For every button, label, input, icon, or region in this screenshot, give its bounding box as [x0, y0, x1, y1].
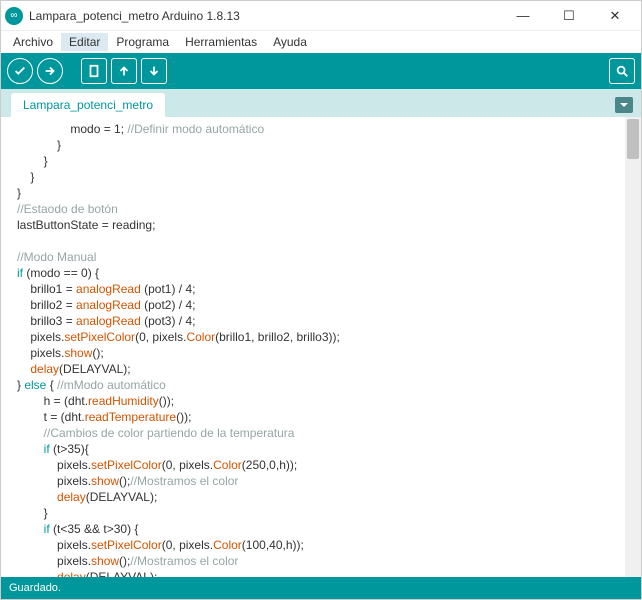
code-line: pixels.setPixelColor(0, pixels.Color(250…	[17, 457, 641, 473]
menubar: ArchivoEditarProgramaHerramientasAyuda	[1, 31, 641, 53]
open-button[interactable]	[111, 58, 137, 84]
code-line: pixels.show();	[17, 345, 641, 361]
scrollbar-vertical[interactable]	[625, 117, 641, 577]
save-button[interactable]	[141, 58, 167, 84]
code-line: }	[17, 169, 641, 185]
code-line: if (t<35 && t>30) {	[17, 521, 641, 537]
search-icon	[615, 64, 629, 78]
close-button[interactable]: ✕	[601, 4, 629, 28]
verify-button[interactable]	[7, 58, 33, 84]
maximize-button[interactable]: ☐	[555, 4, 583, 28]
toolbar	[1, 53, 641, 89]
arrow-right-icon	[43, 64, 57, 78]
code-line: pixels.setPixelColor(0, pixels.Color(bri…	[17, 329, 641, 345]
file-icon	[87, 64, 101, 78]
code-line: }	[17, 153, 641, 169]
scrollbar-thumb[interactable]	[627, 119, 639, 159]
code-line: brillo1 = analogRead (pot1) / 4;	[17, 281, 641, 297]
tab-menu-button[interactable]	[615, 97, 633, 113]
tab-sketch[interactable]: Lampara_potenci_metro	[11, 93, 165, 117]
code-line: pixels.show();//Mostramos el color	[17, 473, 641, 489]
menu-ayuda[interactable]: Ayuda	[265, 33, 315, 51]
check-icon	[13, 64, 27, 78]
code-line	[17, 233, 641, 249]
code-line: //Modo Manual	[17, 249, 641, 265]
window-title: Lampara_potenci_metro Arduino 1.8.13	[29, 9, 509, 23]
arrow-up-icon	[117, 64, 131, 78]
code-line: pixels.show();//Mostramos el color	[17, 553, 641, 569]
menu-archivo[interactable]: Archivo	[5, 33, 61, 51]
code-line: }	[17, 185, 641, 201]
code-line: if (t>35){	[17, 441, 641, 457]
new-button[interactable]	[81, 58, 107, 84]
tabbar: Lampara_potenci_metro	[1, 89, 641, 117]
code-line: }	[17, 137, 641, 153]
menu-programa[interactable]: Programa	[108, 33, 177, 51]
code-content: modo = 1; //Definir modo automático } } …	[1, 117, 641, 577]
code-line: }	[17, 505, 641, 521]
upload-button[interactable]	[37, 58, 63, 84]
titlebar: ∞ Lampara_potenci_metro Arduino 1.8.13 —…	[1, 1, 641, 31]
code-line: lastButtonState = reading;	[17, 217, 641, 233]
code-line: h = (dht.readHumidity());	[17, 393, 641, 409]
arrow-down-icon	[147, 64, 161, 78]
code-line: //Estaodo de botón	[17, 201, 641, 217]
code-line: modo = 1; //Definir modo automático	[17, 121, 641, 137]
code-line: t = (dht.readTemperature());	[17, 409, 641, 425]
code-line: } else { //mModo automático	[17, 377, 641, 393]
code-line: delay(DELAYVAL);	[17, 361, 641, 377]
code-line: delay(DELAYVAL);	[17, 569, 641, 577]
code-editor[interactable]: modo = 1; //Definir modo automático } } …	[1, 117, 641, 577]
caret-down-icon	[619, 100, 629, 110]
code-line: brillo2 = analogRead (pot2) / 4;	[17, 297, 641, 313]
menu-editar[interactable]: Editar	[61, 33, 108, 51]
code-line: if (modo == 0) {	[17, 265, 641, 281]
arduino-logo-icon: ∞	[5, 7, 23, 25]
code-line: brillo3 = analogRead (pot3) / 4;	[17, 313, 641, 329]
minimize-button[interactable]: —	[509, 4, 537, 28]
statusbar: Guardado.	[1, 577, 641, 599]
status-text: Guardado.	[9, 582, 61, 594]
code-line: //Cambios de color partiendo de la tempe…	[17, 425, 641, 441]
code-line: pixels.setPixelColor(0, pixels.Color(100…	[17, 537, 641, 553]
code-line: delay(DELAYVAL);	[17, 489, 641, 505]
serial-monitor-button[interactable]	[609, 58, 635, 84]
menu-herramientas[interactable]: Herramientas	[177, 33, 265, 51]
window-controls: — ☐ ✕	[509, 4, 637, 28]
